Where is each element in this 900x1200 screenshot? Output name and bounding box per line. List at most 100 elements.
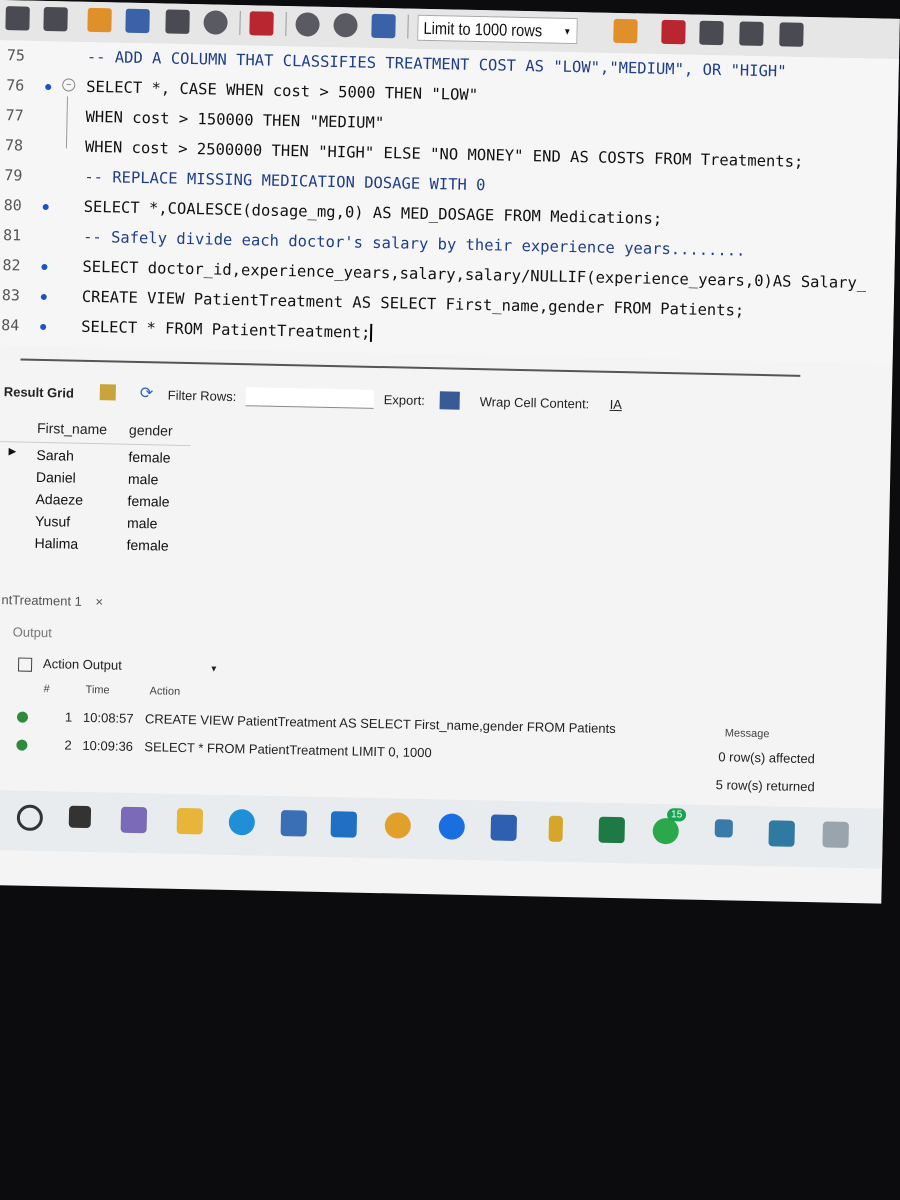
output-row-action: SELECT * FROM PatientTreatment LIMIT 0, … bbox=[144, 739, 432, 761]
stop-icon[interactable] bbox=[203, 10, 228, 35]
action-output-selector[interactable]: Action Output ▾ bbox=[17, 656, 217, 676]
column-header-gender[interactable]: gender bbox=[129, 422, 173, 439]
execute-current-icon[interactable] bbox=[125, 8, 150, 34]
statement-dot-icon bbox=[45, 83, 52, 91]
line-number: 79 bbox=[4, 166, 23, 185]
word-icon[interactable] bbox=[490, 814, 518, 842]
line-number: 83 bbox=[1, 286, 21, 305]
table-row[interactable]: Halima female bbox=[0, 530, 189, 556]
filter-rows-label: Filter Rows: bbox=[167, 387, 237, 405]
column-header-action: Action bbox=[149, 685, 181, 698]
toggle-icon[interactable] bbox=[249, 11, 274, 36]
files-icon[interactable] bbox=[548, 815, 564, 842]
output-row-time: 10:08:57 bbox=[82, 709, 134, 726]
folder-icon[interactable] bbox=[5, 6, 30, 31]
cell-gender[interactable]: female bbox=[126, 537, 168, 554]
facebook-icon[interactable] bbox=[438, 813, 466, 840]
cell-gender[interactable]: male bbox=[127, 515, 158, 532]
cell-first-name[interactable]: Halima bbox=[34, 535, 78, 552]
edge-icon[interactable] bbox=[228, 808, 256, 836]
beautify-icon[interactable] bbox=[613, 18, 638, 44]
rollback-icon[interactable] bbox=[333, 12, 358, 38]
output-section-label: Output bbox=[12, 624, 52, 641]
success-check-icon bbox=[16, 739, 28, 751]
filter-rows-input[interactable] bbox=[245, 387, 374, 409]
tray-icon[interactable] bbox=[822, 821, 849, 848]
chevron-down-icon[interactable]: ▾ bbox=[211, 664, 216, 675]
cell-first-name[interactable]: Daniel bbox=[36, 469, 76, 486]
copy-icon[interactable] bbox=[17, 657, 33, 672]
line-number: 81 bbox=[2, 226, 22, 245]
cell-first-name[interactable]: Sarah bbox=[36, 447, 74, 464]
outlook-icon[interactable] bbox=[330, 811, 358, 838]
close-icon[interactable]: × bbox=[95, 594, 103, 609]
file-explorer-icon[interactable] bbox=[176, 807, 204, 835]
line-number: 82 bbox=[2, 256, 21, 275]
wrap-icon[interactable] bbox=[779, 22, 804, 47]
limit-rows-label: Limit to 1000 rows bbox=[423, 18, 543, 41]
autocommit-icon[interactable] bbox=[371, 13, 396, 39]
statement-dot-icon bbox=[42, 203, 49, 211]
excel-icon[interactable] bbox=[598, 816, 626, 844]
execute-icon[interactable] bbox=[87, 7, 112, 33]
output-row-message: 5 row(s) returned bbox=[715, 777, 815, 795]
cell-first-name[interactable]: Adaeze bbox=[35, 491, 83, 508]
chevron-down-icon: ▾ bbox=[564, 25, 570, 38]
search-icon[interactable] bbox=[16, 804, 44, 832]
toolbar-separator bbox=[407, 14, 409, 39]
output-row-time: 10:09:36 bbox=[82, 737, 134, 754]
notification-badge: 15 bbox=[666, 808, 687, 822]
whatsapp-icon[interactable]: 15 bbox=[652, 808, 687, 845]
widgets-icon[interactable] bbox=[120, 806, 148, 834]
line-number: 78 bbox=[4, 136, 24, 155]
grid-header: First_name gender bbox=[0, 415, 192, 447]
sql-editor[interactable]: 75 -- ADD A COLUMN THAT CLASSIFIES TREAT… bbox=[0, 39, 899, 364]
cell-gender[interactable]: female bbox=[127, 493, 169, 510]
code-line-active: SELECT * FROM PatientTreatment; bbox=[80, 317, 373, 342]
store-icon[interactable] bbox=[280, 810, 308, 837]
explain-icon[interactable] bbox=[165, 9, 190, 34]
chrome-icon[interactable] bbox=[384, 812, 412, 839]
output-column-headers: # Time Action Message bbox=[0, 682, 886, 740]
limit-rows-select[interactable]: Limit to 1000 rows ▾ bbox=[417, 14, 578, 45]
panel-splitter[interactable] bbox=[20, 358, 801, 377]
code-line: WHEN cost > 150000 THEN "MEDIUM" bbox=[85, 107, 385, 133]
column-header-num: # bbox=[43, 683, 50, 696]
result-grid-tab[interactable]: Result Grid bbox=[4, 384, 74, 400]
statement-dot-icon bbox=[40, 323, 47, 331]
search-icon[interactable] bbox=[699, 20, 724, 46]
line-number: 75 bbox=[6, 46, 26, 65]
mysql-icon[interactable] bbox=[714, 819, 733, 838]
network-icon[interactable] bbox=[768, 820, 795, 847]
result-tab[interactable]: ntTreatment 1 × bbox=[1, 592, 103, 609]
fold-toggle-icon[interactable]: − bbox=[62, 78, 76, 92]
line-number: 76 bbox=[6, 76, 25, 95]
grid-view-icon[interactable] bbox=[99, 384, 116, 401]
cell-gender[interactable]: female bbox=[128, 449, 170, 466]
export-icon[interactable] bbox=[439, 391, 460, 410]
find-icon[interactable] bbox=[661, 19, 686, 45]
success-check-icon bbox=[16, 711, 29, 723]
commit-icon[interactable] bbox=[295, 12, 320, 37]
task-view-icon[interactable] bbox=[68, 805, 92, 829]
invisible-icon[interactable] bbox=[739, 21, 764, 46]
line-number: 80 bbox=[3, 196, 22, 215]
toolbar-separator bbox=[285, 11, 287, 37]
wrap-cell-icon[interactable]: IA bbox=[610, 397, 623, 412]
save-icon[interactable] bbox=[43, 6, 68, 32]
cell-gender[interactable]: male bbox=[128, 471, 159, 488]
toolbar-separator bbox=[239, 11, 241, 36]
windows-taskbar: 15 bbox=[0, 789, 884, 869]
action-output-label: Action Output bbox=[42, 656, 122, 673]
line-number: 77 bbox=[5, 106, 24, 125]
result-tab-label: ntTreatment 1 bbox=[1, 592, 83, 609]
wrap-cell-label: Wrap Cell Content: bbox=[479, 394, 590, 412]
refresh-icon[interactable]: ⟳ bbox=[140, 383, 154, 403]
cell-first-name[interactable]: Yusuf bbox=[35, 513, 70, 530]
export-label: Export: bbox=[383, 392, 426, 408]
output-row-num: 1 bbox=[64, 709, 73, 725]
column-header-first-name[interactable]: First_name bbox=[37, 420, 107, 437]
statement-dot-icon bbox=[41, 263, 48, 271]
line-number: 84 bbox=[1, 316, 20, 335]
statement-dot-icon bbox=[40, 293, 47, 301]
